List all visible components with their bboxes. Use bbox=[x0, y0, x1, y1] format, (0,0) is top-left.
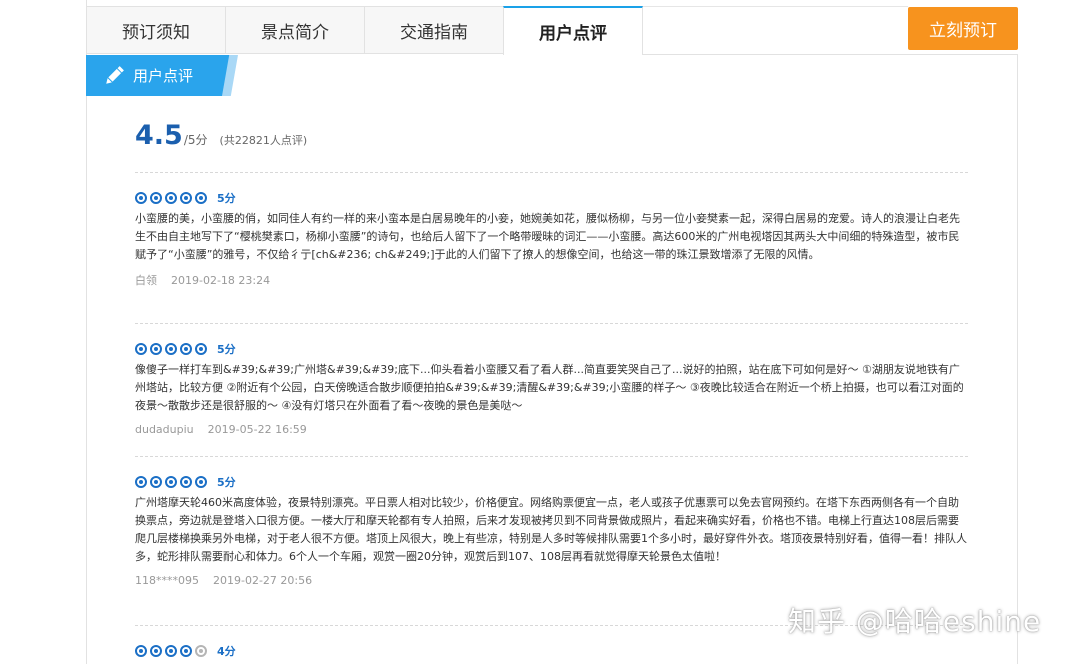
star-icon bbox=[195, 343, 207, 355]
content-frame-right bbox=[1017, 54, 1018, 664]
star-icon bbox=[165, 645, 177, 657]
star-icon bbox=[165, 192, 177, 204]
review-text: 小蛮腰的美，小蛮腰的俏，如同佳人有约一样的来小蛮本是白居易晚年的小妾，她婉美如花… bbox=[135, 212, 960, 261]
review-meta: 白领 2019-02-18 23:24 bbox=[135, 272, 968, 288]
star-icon bbox=[180, 476, 192, 488]
review-user: dudadupiu bbox=[135, 423, 194, 436]
star-icon bbox=[135, 343, 147, 355]
review-user: 118****095 bbox=[135, 574, 199, 587]
star-rating: 5分 bbox=[135, 473, 968, 491]
review-item: 5分 小蛮腰的美，小蛮腰的俏，如同佳人有约一样的来小蛮本是白居易晚年的小妾，她婉… bbox=[135, 189, 968, 288]
tab-attraction-intro[interactable]: 景点简介 bbox=[225, 6, 365, 54]
star-icon bbox=[195, 476, 207, 488]
rating-max: /5分 bbox=[183, 133, 208, 147]
star-empty-icon bbox=[195, 645, 207, 657]
star-icon bbox=[135, 645, 147, 657]
review-user: 白领 bbox=[135, 274, 157, 287]
tab-booking-notice[interactable]: 预订须知 bbox=[86, 6, 226, 54]
star-rating: 4分 bbox=[135, 642, 968, 660]
section-title: 用户点评 bbox=[133, 67, 194, 85]
review-date: 2019-05-22 16:59 bbox=[207, 423, 307, 436]
review-item: 5分 广州塔摩天轮460米高度体验，夜景特别漂亮。平日票人相对比较少，价格便宜。… bbox=[135, 473, 968, 587]
star-icon bbox=[180, 192, 192, 204]
star-icon bbox=[150, 476, 162, 488]
divider bbox=[135, 456, 968, 458]
review-item: 5分 像傻子一样打车到&#39;&#39;广州塔&#39;&#39;底下...仰… bbox=[135, 340, 968, 436]
star-icon bbox=[150, 645, 162, 657]
star-icon bbox=[165, 476, 177, 488]
review-meta: dudadupiu 2019-05-22 16:59 bbox=[135, 423, 968, 436]
book-now-button[interactable]: 立刻预订 bbox=[908, 7, 1018, 50]
review-score: 4分 bbox=[217, 645, 236, 658]
pencil-icon bbox=[106, 66, 124, 84]
star-icon bbox=[195, 192, 207, 204]
tab-bar-top-line bbox=[642, 6, 908, 7]
overall-rating: 4.5 /5分 (共22821人点评) bbox=[135, 120, 307, 151]
review-text: 广州塔摩天轮460米高度体验，夜景特别漂亮。平日票人相对比较少，价格便宜。网络购… bbox=[135, 496, 967, 563]
review-date: 2019-02-27 20:56 bbox=[213, 574, 313, 587]
review-text: 像傻子一样打车到&#39;&#39;广州塔&#39;&#39;底下...仰头看着… bbox=[135, 363, 964, 412]
tab-bar-bottom-line bbox=[642, 54, 1018, 55]
divider bbox=[135, 172, 968, 174]
star-icon bbox=[150, 343, 162, 355]
star-rating: 5分 bbox=[135, 340, 968, 358]
star-icon bbox=[135, 476, 147, 488]
review-score: 5分 bbox=[217, 343, 236, 356]
star-icon bbox=[180, 645, 192, 657]
rating-score: 4.5 bbox=[135, 120, 183, 151]
review-score: 5分 bbox=[217, 192, 236, 205]
tab-transport-guide[interactable]: 交通指南 bbox=[364, 6, 504, 54]
rating-count: (共22821人点评) bbox=[219, 134, 308, 147]
star-icon bbox=[150, 192, 162, 204]
star-icon bbox=[165, 343, 177, 355]
divider bbox=[135, 323, 968, 325]
watermark: 知乎 @哈哈eshine bbox=[788, 605, 1042, 638]
review-item: 4分 bbox=[135, 642, 968, 660]
star-rating: 5分 bbox=[135, 189, 968, 207]
review-meta: 118****095 2019-02-27 20:56 bbox=[135, 574, 968, 587]
review-date: 2019-02-18 23:24 bbox=[171, 274, 271, 287]
star-icon bbox=[180, 343, 192, 355]
content-frame-left bbox=[86, 0, 87, 664]
star-icon bbox=[135, 192, 147, 204]
review-score: 5分 bbox=[217, 476, 236, 489]
tab-user-reviews[interactable]: 用户点评 bbox=[503, 6, 643, 55]
